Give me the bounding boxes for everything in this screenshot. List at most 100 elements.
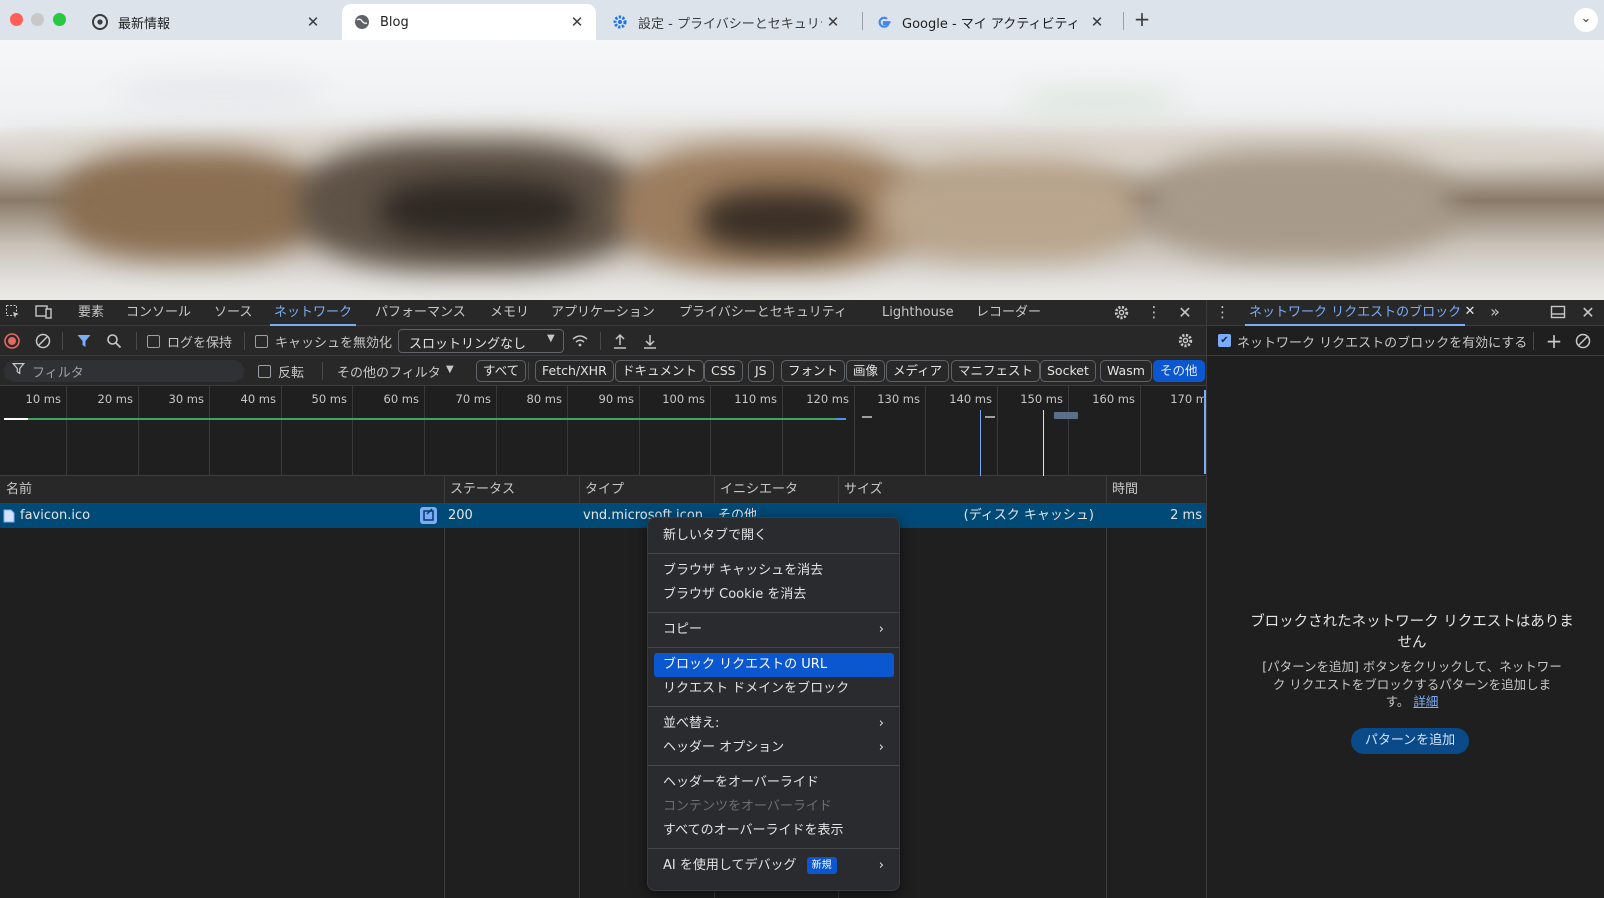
timeline-gridline bbox=[997, 386, 998, 476]
tab-recorder[interactable]: レコーダー bbox=[976, 300, 1041, 326]
type-filter-all[interactable]: すべて bbox=[476, 360, 527, 382]
type-filter-media[interactable]: メディア bbox=[886, 360, 950, 382]
maximize-window-button[interactable] bbox=[53, 13, 66, 26]
column-type[interactable]: タイプ bbox=[579, 476, 624, 504]
settings-gear-icon[interactable] bbox=[1112, 304, 1130, 322]
timeline-gridline bbox=[854, 386, 855, 476]
close-drawer-icon[interactable]: ✕ bbox=[1579, 303, 1597, 323]
type-filter-manifest[interactable]: マニフェスト bbox=[951, 360, 1041, 382]
column-initiator[interactable]: イニシエータ bbox=[714, 476, 798, 504]
dropdown-arrow-icon: ▼ bbox=[547, 333, 555, 344]
drawer-menu-icon[interactable]: ⋮ bbox=[1215, 303, 1230, 323]
type-filter-css[interactable]: CSS bbox=[704, 360, 743, 382]
device-toolbar-icon[interactable] bbox=[34, 304, 54, 322]
empty-state-text: [パターンを追加] ボタンをクリックして、ネットワーク リクエストをブロックする… bbox=[1262, 659, 1562, 709]
menu-item-open-new-tab[interactable]: 新しいタブで開く bbox=[654, 524, 894, 548]
tab-lighthouse[interactable]: Lighthouse bbox=[882, 300, 954, 326]
filter-input[interactable]: フィルタ bbox=[4, 360, 244, 382]
details-link[interactable]: 詳細 bbox=[1413, 694, 1438, 709]
timeline-bar bbox=[4, 418, 28, 420]
tab-elements[interactable]: 要素 bbox=[78, 300, 104, 326]
type-filter-document[interactable]: ドキュメント bbox=[615, 360, 705, 382]
clear-patterns-icon[interactable] bbox=[1575, 333, 1591, 349]
column-name[interactable]: 名前 bbox=[0, 476, 32, 504]
close-devtools-icon[interactable]: ✕ bbox=[1176, 303, 1194, 323]
menu-item-copy[interactable]: コピー › bbox=[654, 618, 894, 642]
type-filter-socket[interactable]: Socket bbox=[1040, 360, 1096, 382]
tab-performance[interactable]: パフォーマンス bbox=[375, 300, 466, 326]
network-settings-gear-icon[interactable] bbox=[1176, 332, 1194, 350]
type-filter-js[interactable]: JS bbox=[748, 360, 774, 382]
close-drawer-tab-icon[interactable]: ✕ bbox=[1463, 304, 1477, 322]
column-status[interactable]: ステータス bbox=[444, 476, 515, 504]
type-filter-fetch-xhr[interactable]: Fetch/XHR bbox=[535, 360, 614, 382]
column-time[interactable]: 時間 bbox=[1106, 476, 1138, 504]
export-har-icon[interactable] bbox=[642, 332, 658, 350]
tab-network[interactable]: ネットワーク bbox=[269, 300, 357, 326]
browser-tab-active[interactable]: Blog ✕ bbox=[342, 4, 596, 40]
menu-item-block-url[interactable]: ブロック リクエストの URL bbox=[654, 653, 894, 677]
tab-title: 設定 - プライバシーとセキュリティ bbox=[638, 16, 822, 32]
menu-item-clear-cookies[interactable]: ブラウザ Cookie を消去 bbox=[654, 583, 894, 607]
new-tab-button[interactable]: + bbox=[1130, 8, 1154, 32]
overrides-icon[interactable] bbox=[420, 507, 437, 524]
menu-item-block-domain[interactable]: リクエスト ドメインをブロック bbox=[654, 677, 894, 701]
browser-tab[interactable]: 最新情報 ✕ bbox=[80, 4, 332, 40]
menu-item-clear-cache[interactable]: ブラウザ キャッシュを消去 bbox=[654, 559, 894, 583]
import-har-icon[interactable] bbox=[612, 332, 628, 350]
tab-title: 最新情報 bbox=[118, 16, 171, 32]
table-row[interactable]: favicon.ico 200 vnd.microsoft.icon その他 (… bbox=[0, 504, 1206, 528]
enable-blocking-checkbox[interactable]: ✔ bbox=[1218, 334, 1231, 347]
tab-sources[interactable]: ソース bbox=[214, 300, 252, 326]
type-filter-other[interactable]: その他 bbox=[1153, 360, 1205, 382]
tab-search-button[interactable]: ⌄ bbox=[1574, 8, 1598, 32]
inspect-element-icon[interactable] bbox=[4, 304, 22, 322]
network-overview-timeline[interactable]: 10 ms 20 ms 30 ms 40 ms 50 ms 60 ms 70 ms 80 ms… bbox=[0, 386, 1213, 476]
request-blocking-drawer: ⋮ ネットワーク リクエストのブロック ✕ » ✕ ✔ ネットワーク リクエスト… bbox=[1206, 300, 1604, 898]
tab-memory[interactable]: メモリ bbox=[490, 300, 529, 326]
preserve-log-checkbox[interactable] bbox=[147, 335, 160, 348]
filter-funnel-icon[interactable] bbox=[76, 333, 92, 349]
network-conditions-icon[interactable] bbox=[571, 333, 589, 349]
tab-console[interactable]: コンソール bbox=[126, 300, 191, 326]
menu-item-ai-debug[interactable]: AI を使用してデバッグ 新規 › bbox=[654, 854, 894, 878]
minimize-window-button[interactable] bbox=[31, 13, 44, 26]
menu-item-label: コピー bbox=[663, 622, 703, 637]
more-options-icon[interactable]: ⋮ bbox=[1146, 303, 1162, 323]
type-filter-font[interactable]: フォント bbox=[781, 360, 846, 382]
add-pattern-icon[interactable]: + bbox=[1545, 329, 1563, 353]
menu-item-show-overrides[interactable]: すべてのオーバーライドを表示 bbox=[654, 819, 894, 843]
more-filters-dropdown[interactable]: その他のフィルタ ▼ bbox=[334, 360, 464, 382]
browser-tab[interactable]: Google - マイ アクティビティ ✕ bbox=[864, 4, 1116, 40]
column-size[interactable]: サイズ bbox=[838, 476, 883, 504]
close-tab-icon[interactable]: ✕ bbox=[566, 11, 588, 33]
tab-request-blocking[interactable]: ネットワーク リクエストのブロック bbox=[1244, 300, 1466, 326]
add-pattern-button[interactable]: パターンを追加 bbox=[1351, 728, 1469, 754]
record-stop-icon[interactable] bbox=[4, 333, 20, 349]
timeline-tick-label: 90 ms bbox=[598, 392, 634, 406]
clear-log-icon[interactable] bbox=[35, 333, 51, 349]
timeline-tick-label: 50 ms bbox=[311, 392, 347, 406]
throttling-select[interactable]: スロットリングなし ▼ bbox=[398, 329, 564, 353]
dock-side-icon[interactable] bbox=[1549, 304, 1567, 322]
more-filters-label: その他のフィルタ bbox=[337, 366, 441, 381]
more-tabs-chevron-icon[interactable]: » bbox=[1487, 302, 1503, 322]
close-tab-icon[interactable]: ✕ bbox=[302, 11, 324, 33]
search-icon[interactable] bbox=[106, 333, 122, 349]
tab-title: Google - マイ アクティビティ bbox=[902, 16, 1080, 32]
enable-blocking-label: ネットワーク リクエストのブロックを有効にする bbox=[1237, 336, 1528, 351]
type-filter-image[interactable]: 画像 bbox=[846, 360, 886, 382]
browser-tab[interactable]: 設定 - プライバシーとセキュリティ ✕ bbox=[600, 4, 852, 40]
type-filter-wasm[interactable]: Wasm bbox=[1100, 360, 1152, 382]
invert-checkbox[interactable] bbox=[258, 365, 271, 378]
tab-application[interactable]: アプリケーション bbox=[551, 300, 655, 326]
menu-item-sort[interactable]: 並べ替え: › bbox=[654, 712, 894, 736]
menu-item-override-headers[interactable]: ヘッダーをオーバーライド bbox=[654, 771, 894, 795]
tab-privacy-security[interactable]: プライバシーとセキュリティ bbox=[679, 300, 847, 326]
close-tab-icon[interactable]: ✕ bbox=[822, 11, 844, 33]
close-tab-icon[interactable]: ✕ bbox=[1086, 11, 1108, 33]
timeline-tick-label: 140 ms bbox=[949, 392, 992, 406]
close-window-button[interactable] bbox=[10, 13, 23, 26]
disable-cache-checkbox[interactable] bbox=[255, 335, 268, 348]
menu-item-header-options[interactable]: ヘッダー オプション › bbox=[654, 736, 894, 760]
